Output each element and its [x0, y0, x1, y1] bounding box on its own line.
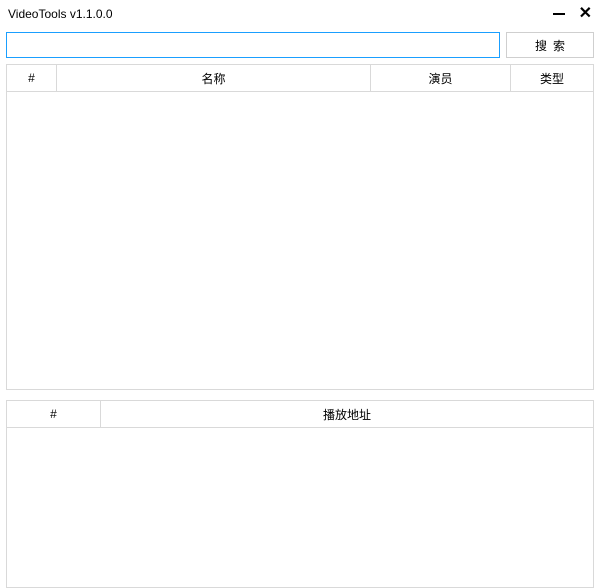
close-icon[interactable]: ✕ [579, 6, 592, 22]
results-table-body[interactable] [6, 92, 594, 390]
play-table-body[interactable] [6, 428, 594, 588]
column-header-play-url[interactable]: 播放地址 [101, 401, 593, 427]
column-header-index[interactable]: # [7, 65, 57, 91]
search-button[interactable]: 搜索 [506, 32, 594, 58]
play-table-header: # 播放地址 [6, 400, 594, 428]
minimize-icon[interactable] [553, 13, 565, 15]
column-header-name[interactable]: 名称 [57, 65, 371, 91]
titlebar: VideoTools v1.1.0.0 ✕ [0, 0, 600, 28]
play-table: # 播放地址 [6, 400, 594, 588]
results-table: # 名称 演员 类型 [6, 64, 594, 390]
search-row: 搜索 [0, 28, 600, 64]
column-header-actor[interactable]: 演员 [371, 65, 511, 91]
column-header-type[interactable]: 类型 [511, 65, 593, 91]
window-title: VideoTools v1.1.0.0 [8, 7, 113, 21]
results-table-header: # 名称 演员 类型 [6, 64, 594, 92]
search-input[interactable] [6, 32, 500, 58]
column-header-play-index[interactable]: # [7, 401, 101, 427]
window-controls: ✕ [553, 6, 592, 22]
